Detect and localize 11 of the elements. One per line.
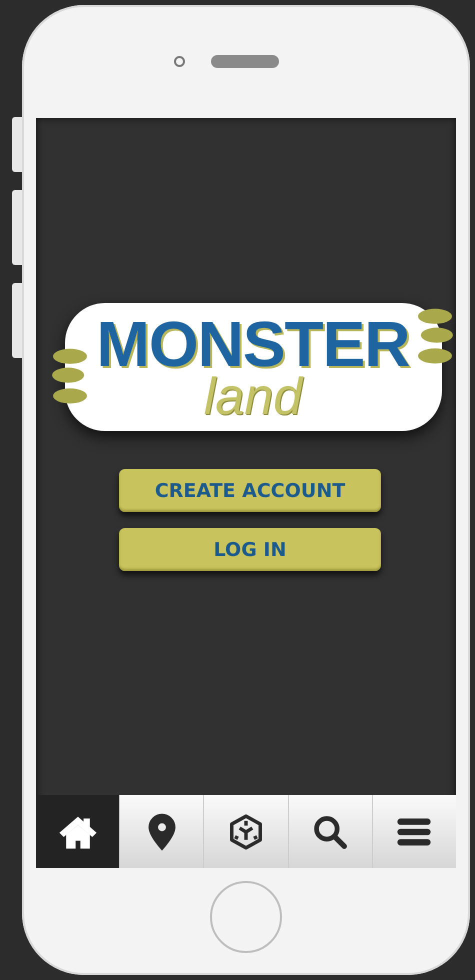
tab[interactable] [119, 795, 204, 868]
tab[interactable] [203, 795, 288, 868]
tab[interactable] [288, 795, 372, 868]
tab[interactable] [36, 795, 120, 868]
action-button[interactable]: LOG IN [119, 528, 381, 571]
camera-dot [174, 56, 184, 67]
logo-subtitle: land [204, 369, 302, 425]
tab[interactable] [372, 795, 456, 868]
action-button[interactable]: CREATE ACCOUNT [119, 469, 381, 512]
speaker-grille [210, 55, 278, 68]
cube-icon [227, 812, 265, 850]
